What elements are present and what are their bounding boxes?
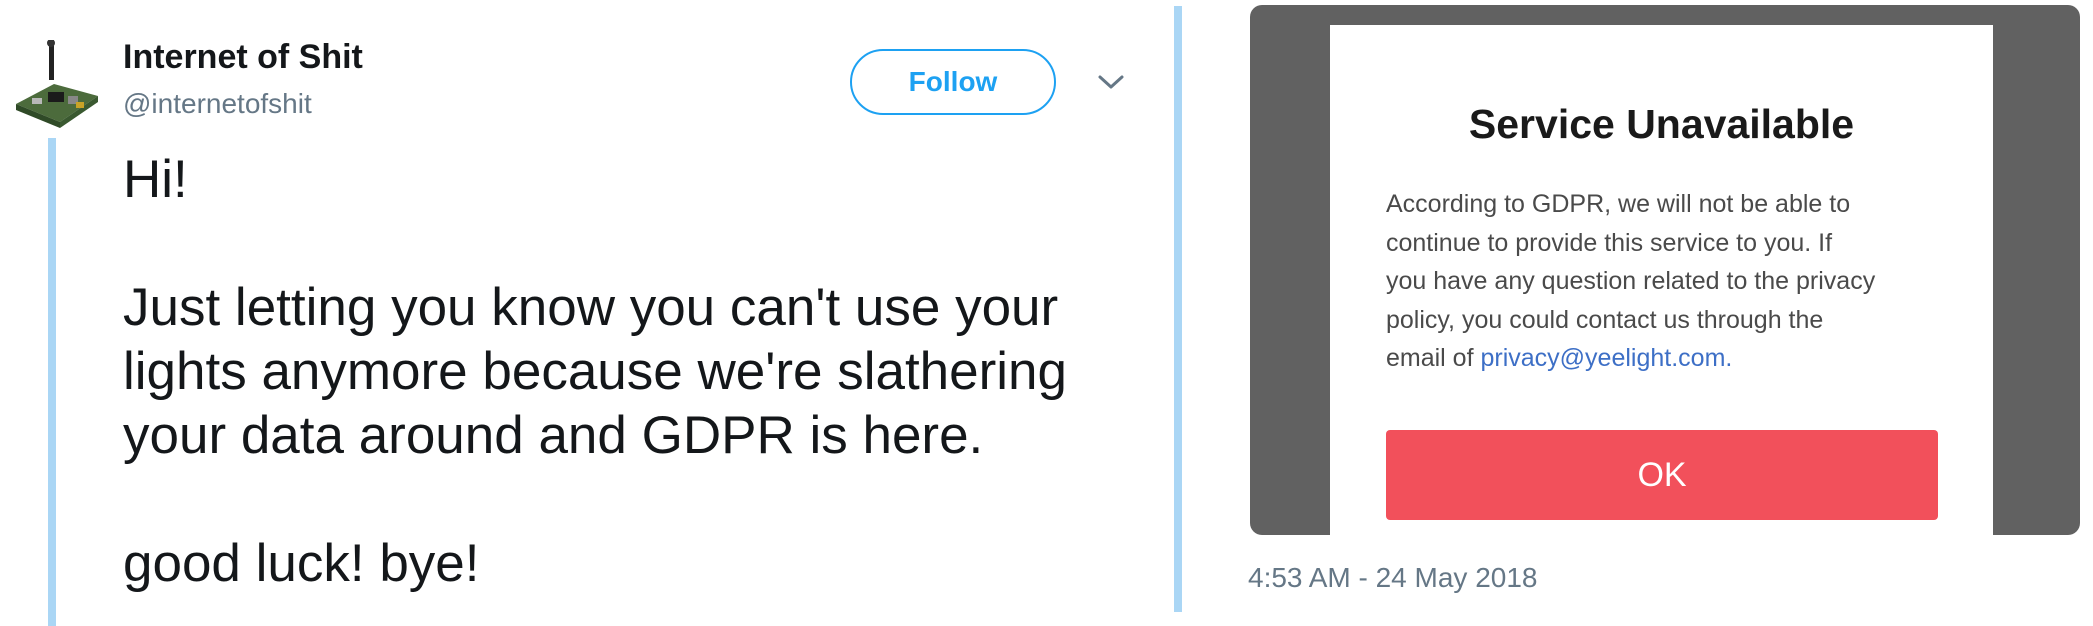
dialog-body-line: According to GDPR, we will not be able t…	[1386, 190, 1851, 218]
dialog-body-line: you have any question related to the pri…	[1386, 267, 1876, 295]
dialog-body-line: policy, you could contact us through the	[1386, 305, 1824, 334]
dialog-title: Service Unavailable	[1468, 101, 1855, 147]
tweet-line: good luck! bye!	[123, 534, 480, 593]
tweet-timestamp[interactable]: 4:53 AM - 24 May 2018	[1248, 562, 1538, 594]
circuit-board-icon	[16, 39, 98, 128]
follow-button[interactable]: Follow	[850, 49, 1056, 115]
author-name[interactable]: Internet of Shit	[123, 38, 363, 77]
tweet-text: Hi! Just letting you know you can't use …	[123, 148, 1133, 596]
tweet-line: Just letting you know you can't use your	[123, 278, 1059, 337]
service-unavailable-dialog: Service Unavailable According to GDPR, w…	[1330, 25, 1993, 535]
dialog-body: According to GDPR, we will not be able t…	[1386, 185, 1946, 378]
email-prefix: email of	[1386, 344, 1481, 372]
thread-line	[48, 138, 56, 626]
ok-button: OK	[1386, 430, 1938, 520]
dialog-body-line: continue to provide this service to you.…	[1386, 228, 1833, 257]
chevron-down-icon[interactable]	[1096, 70, 1126, 94]
tweet-line: Hi!	[123, 150, 188, 209]
tweet-line: your data around and GDPR is here.	[123, 406, 984, 465]
author-handle[interactable]: @internetofshit	[123, 88, 312, 120]
tweet-line: lights anymore because we're slathering	[123, 342, 1068, 401]
email-suffix: .	[1725, 344, 1733, 372]
avatar[interactable]	[14, 39, 100, 136]
tweet-media-image[interactable]: Service Unavailable According to GDPR, w…	[1250, 5, 2080, 535]
privacy-email-link: privacy@yeelight.com	[1480, 344, 1726, 372]
quote-divider	[1174, 6, 1182, 612]
dialog-body-line: email of privacy@yeelight.com.	[1386, 339, 1946, 378]
